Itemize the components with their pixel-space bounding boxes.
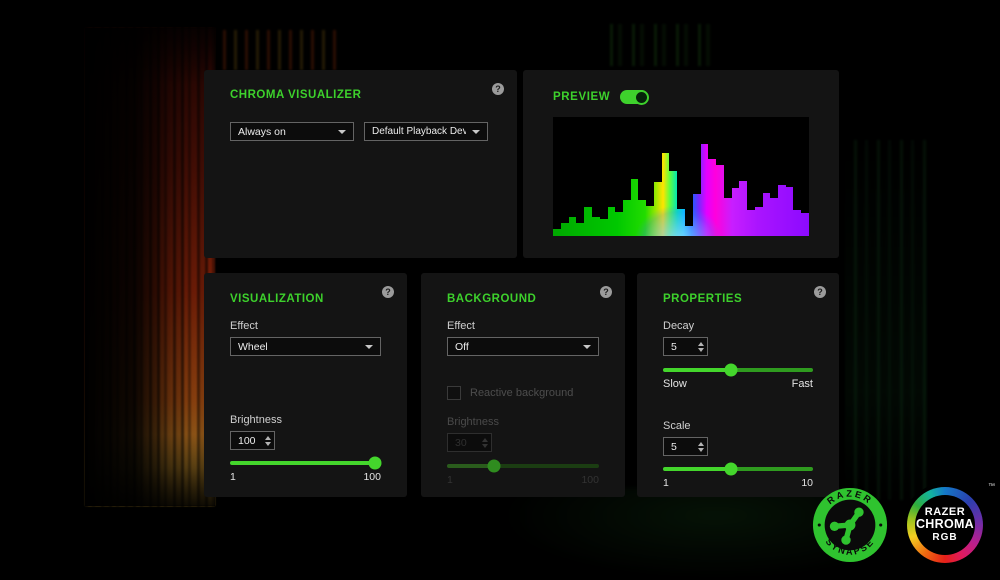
slider-min-label: Slow — [663, 378, 687, 390]
effect-label: Effect — [230, 320, 381, 332]
spinner-up-icon[interactable] — [698, 442, 704, 446]
slider-thumb — [488, 460, 501, 473]
help-icon[interactable]: ? — [814, 286, 826, 298]
scale-slider[interactable] — [663, 462, 813, 476]
help-icon[interactable]: ? — [492, 83, 504, 95]
brightness-spinner[interactable]: 100 — [230, 431, 275, 450]
scale-label: Scale — [663, 420, 813, 432]
reactive-background-row: Reactive background — [447, 386, 599, 400]
decay-slider[interactable] — [663, 363, 813, 377]
chevron-down-icon — [583, 345, 591, 349]
backdrop-top-green-streaks — [600, 24, 715, 66]
spinner-down-icon[interactable] — [265, 442, 271, 446]
playback-device-dropdown[interactable]: Default Playback Device — [364, 122, 488, 141]
spinner-down-icon — [482, 444, 488, 448]
chevron-down-icon — [472, 130, 480, 134]
chroma-visualizer-app: ? CHROMA VISUALIZER Always on Default Pl… — [0, 0, 1000, 580]
slider-max-label: 100 — [363, 471, 381, 483]
background-brightness-slider-disabled — [447, 459, 599, 473]
slider-thumb[interactable] — [724, 463, 737, 476]
brightness-label: Brightness — [230, 414, 381, 426]
slider-min-label: 1 — [230, 471, 236, 483]
effect-label: Effect — [447, 320, 599, 332]
spinner-value: 100 — [231, 435, 261, 447]
checkbox-label: Reactive background — [470, 387, 573, 399]
chevron-down-icon — [365, 345, 373, 349]
spectrum-mask-col — [801, 117, 809, 213]
spinner-value: 30 — [448, 437, 478, 449]
backdrop-bottom-green-glow — [500, 488, 860, 580]
panel-visualization: ? VISUALIZATION Effect Wheel Brightness … — [204, 273, 407, 497]
spinner-up-icon — [482, 438, 488, 442]
slider-track[interactable] — [663, 368, 813, 372]
slider-max-label: 100 — [581, 474, 599, 486]
toggle-knob — [634, 90, 649, 105]
spectrum-bars — [553, 117, 809, 236]
chevron-down-icon — [338, 130, 346, 134]
visualization-effect-dropdown[interactable]: Wheel — [230, 337, 381, 356]
backdrop-flame-fade — [85, 28, 215, 506]
backdrop-top-warm-streaks — [215, 30, 340, 70]
panel-title: VISUALIZATION — [230, 293, 381, 306]
background-effect-dropdown[interactable]: Off — [447, 337, 599, 356]
spinner-value: 5 — [664, 341, 694, 353]
slider-min-label: 1 — [447, 474, 453, 486]
dropdown-value: Off — [455, 341, 469, 353]
slider-thumb[interactable] — [724, 364, 737, 377]
brightness-label: Brightness — [447, 416, 599, 428]
backdrop-right-green-streaks — [845, 140, 927, 500]
spinner-value: 5 — [664, 441, 694, 453]
reactive-background-checkbox — [447, 386, 461, 400]
decay-label: Decay — [663, 320, 813, 332]
chroma-logo-line3: RGB — [932, 532, 957, 544]
chroma-logo-line2: CHROMA — [916, 518, 974, 531]
scale-spinner[interactable]: 5 — [663, 437, 708, 456]
panel-preview: PREVIEW — [523, 70, 839, 258]
trademark-symbol: ™ — [988, 483, 995, 490]
brightness-spinner-disabled: 30 — [447, 433, 492, 452]
brightness-slider[interactable] — [230, 456, 381, 470]
dropdown-value: Wheel — [238, 341, 268, 353]
razer-chroma-rgb-logo: RAZER CHROMA RGB ™ — [903, 483, 987, 567]
panel-title: BACKGROUND — [447, 293, 599, 306]
help-icon[interactable]: ? — [382, 286, 394, 298]
slider-track[interactable] — [230, 461, 381, 465]
dropdown-value: Default Playback Device — [372, 126, 466, 137]
help-icon[interactable]: ? — [600, 286, 612, 298]
slider-track — [447, 464, 599, 468]
slider-max-label: Fast — [792, 378, 813, 390]
panel-chroma-visualizer: ? CHROMA VISUALIZER Always on Default Pl… — [204, 70, 517, 258]
panel-title: PROPERTIES — [663, 293, 813, 306]
preview-label: PREVIEW — [553, 91, 610, 103]
spinner-up-icon[interactable] — [698, 342, 704, 346]
visualizer-mode-dropdown[interactable]: Always on — [230, 122, 354, 141]
preview-toggle[interactable] — [620, 90, 648, 104]
dropdown-value: Always on — [238, 126, 286, 138]
decay-spinner[interactable]: 5 — [663, 337, 708, 356]
spinner-up-icon[interactable] — [265, 436, 271, 440]
spinner-down-icon[interactable] — [698, 448, 704, 452]
slider-min-label: 1 — [663, 477, 669, 489]
panel-title: CHROMA VISUALIZER — [230, 89, 491, 102]
slider-thumb[interactable] — [368, 457, 381, 470]
slider-track[interactable] — [663, 467, 813, 471]
panel-background: ? BACKGROUND Effect Off Reactive backgro… — [421, 273, 625, 497]
razer-synapse-logo: RAZER SYNAPSE — [811, 486, 889, 564]
spinner-down-icon[interactable] — [698, 348, 704, 352]
panel-properties: ? PROPERTIES Decay 5 Slow Fast Scale 5 — [637, 273, 839, 497]
